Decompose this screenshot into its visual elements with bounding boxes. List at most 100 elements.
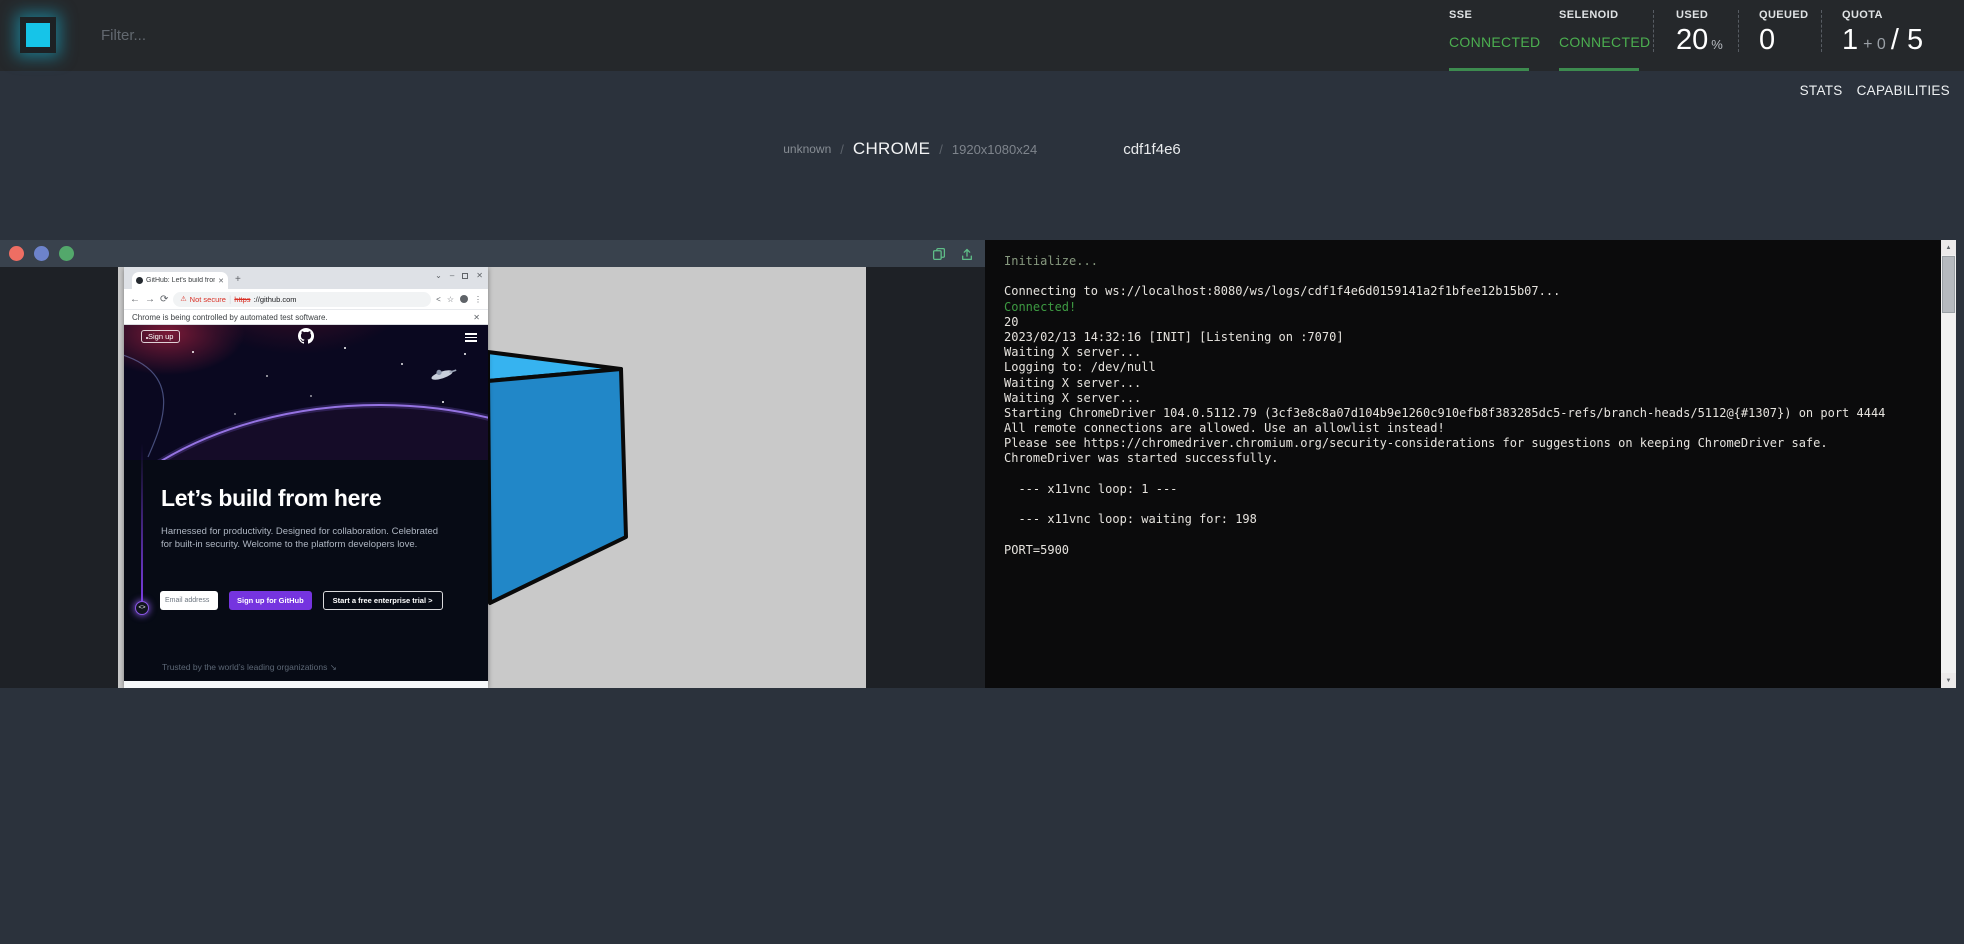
- stat-sse-label: SSE: [1449, 9, 1559, 21]
- address-bar[interactable]: ⚠ Not secure | https ://github.com: [173, 292, 431, 307]
- avatar[interactable]: [460, 295, 468, 303]
- remote-browser-tab[interactable]: GitHub: Let's build from he ✕: [132, 272, 228, 289]
- github-hero-art: [124, 325, 488, 460]
- github-logo-icon[interactable]: [298, 328, 314, 344]
- url-scheme: https: [234, 295, 250, 304]
- remote-tabstrip: GitHub: Let's build from he ✕ + ⌄ – ✕: [124, 267, 488, 289]
- session-separator: /: [939, 142, 943, 157]
- infobar-close-icon[interactable]: ✕: [473, 313, 480, 322]
- log-line: [1004, 269, 1934, 284]
- stat-queued-value: 0: [1759, 24, 1775, 57]
- vnc-viewport: GitHub: Let's build from he ✕ + ⌄ – ✕ ← …: [0, 267, 985, 688]
- minimize-icon[interactable]: –: [450, 271, 454, 280]
- top-header: SSE CONNECTED SELENOID CONNECTED USED 20…: [0, 0, 1964, 71]
- github-favicon: [136, 277, 143, 284]
- log-scrollbar[interactable]: ▲ ▼: [1941, 240, 1956, 688]
- sse-connected-underline: [1449, 68, 1529, 71]
- scroll-up-icon[interactable]: ▲: [1941, 240, 1956, 255]
- signup-for-github-button[interactable]: Sign up for GitHub: [229, 591, 312, 610]
- stat-used-value: 20: [1676, 24, 1708, 57]
- github-page: Sign up <> Let’s build from here Harness…: [124, 325, 488, 688]
- stat-sse: SSE CONNECTED: [1449, 0, 1559, 71]
- log-line: [1004, 497, 1934, 512]
- log-line: Connecting to ws://localhost:8080/ws/log…: [1004, 284, 1934, 299]
- close-session-button[interactable]: [9, 246, 24, 261]
- log-line: Initialize...: [1004, 254, 1934, 269]
- session-screen-resolution: 1920x1080x24: [952, 142, 1037, 157]
- stat-used-unit: %: [1711, 37, 1723, 52]
- log-line: 20: [1004, 315, 1934, 330]
- scroll-down-icon[interactable]: ▼: [1941, 673, 1956, 688]
- trusted-by-text: Trusted by the world’s leading organizat…: [162, 662, 337, 673]
- automation-infobar: Chrome is being controlled by automated …: [124, 310, 488, 325]
- new-tab-icon[interactable]: +: [235, 270, 241, 289]
- menu-dots-icon[interactable]: ⋮: [474, 295, 482, 304]
- remote-tab-title: GitHub: Let's build from he: [146, 277, 215, 284]
- remote-email-input[interactable]: Email address: [160, 591, 218, 610]
- github-heading: Let’s build from here: [161, 485, 381, 512]
- log-line: --- x11vnc loop: waiting for: 198: [1004, 512, 1934, 527]
- log-line: Waiting X server...: [1004, 391, 1934, 406]
- stat-selenoid: SELENOID CONNECTED: [1559, 0, 1653, 71]
- not-secure-label: Not secure: [190, 295, 226, 304]
- log-line: Please see https://chromedriver.chromium…: [1004, 436, 1934, 451]
- stat-quota-current: 1: [1842, 24, 1858, 57]
- stat-selenoid-value: CONNECTED: [1559, 34, 1653, 50]
- session-browser-name: CHROME: [853, 139, 930, 159]
- log-line: Waiting X server...: [1004, 376, 1934, 391]
- log-line: Waiting X server...: [1004, 345, 1934, 360]
- stat-quota-max: / 5: [1891, 24, 1923, 57]
- back-icon[interactable]: ←: [130, 294, 140, 305]
- stat-queued-label: QUEUED: [1759, 9, 1821, 21]
- view-tabs: STATS CAPABILITIES: [1800, 83, 1950, 98]
- log-line: [1004, 467, 1934, 482]
- star-icon[interactable]: ☆: [447, 295, 454, 304]
- vnc-remote-screen[interactable]: GitHub: Let's build from he ✕ + ⌄ – ✕ ← …: [118, 267, 866, 688]
- session-separator: /: [840, 142, 844, 157]
- url-host: ://github.com: [254, 295, 297, 304]
- scrollbar-thumb[interactable]: [1942, 256, 1955, 313]
- maximize-icon[interactable]: [462, 273, 468, 279]
- stat-quota-label: QUOTA: [1842, 9, 1944, 21]
- window-close-icon[interactable]: ✕: [476, 271, 483, 280]
- chevron-down-icon[interactable]: ⌄: [435, 271, 442, 280]
- upload-icon[interactable]: [960, 247, 974, 261]
- stat-selenoid-label: SELENOID: [1559, 9, 1653, 21]
- remote-browser-window: GitHub: Let's build from he ✕ + ⌄ – ✕ ← …: [124, 267, 488, 688]
- github-signup-button[interactable]: Sign up: [141, 330, 180, 343]
- copy-icon[interactable]: [932, 247, 946, 261]
- vnc-titlebar: [0, 240, 985, 267]
- fullscreen-button[interactable]: [34, 246, 49, 261]
- timeline-glow-line: [141, 443, 143, 601]
- resize-button[interactable]: [59, 246, 74, 261]
- window-buttons: [0, 246, 74, 261]
- infobar-text: Chrome is being controlled by automated …: [132, 313, 328, 322]
- log-line: 2023/02/13 14:32:16 [INIT] [Listening on…: [1004, 330, 1934, 345]
- hamburger-menu-icon[interactable]: [465, 333, 477, 344]
- code-icon: <>: [135, 601, 149, 615]
- share-icon[interactable]: <: [436, 295, 441, 304]
- session-descriptor: unknown / CHROME / 1920x1080x24: [783, 139, 1037, 159]
- tab-close-icon[interactable]: ✕: [218, 277, 224, 285]
- forward-icon[interactable]: →: [145, 294, 155, 305]
- stat-sse-value: CONNECTED: [1449, 34, 1559, 50]
- selenoid-connected-underline: [1559, 68, 1639, 71]
- tab-stats[interactable]: STATS: [1800, 83, 1843, 98]
- remote-toolbar: ← → ⟳ ⚠ Not secure | https ://github.com…: [124, 289, 488, 310]
- log-line: Connected!: [1004, 300, 1934, 315]
- stat-quota-pending: + 0: [1863, 36, 1886, 54]
- tab-capabilities[interactable]: CAPABILITIES: [1857, 83, 1950, 98]
- reload-icon[interactable]: ⟳: [160, 294, 168, 305]
- vnc-session-card: GitHub: Let's build from he ✕ + ⌄ – ✕ ← …: [0, 240, 985, 688]
- enterprise-trial-button[interactable]: Start a free enterprise trial >: [323, 591, 443, 610]
- status-bar: SSE CONNECTED SELENOID CONNECTED USED 20…: [1449, 0, 1944, 71]
- log-line: [1004, 527, 1934, 542]
- session-row[interactable]: unknown / CHROME / 1920x1080x24 cdf1f4e6: [0, 139, 1964, 159]
- github-cta-row: Email address Sign up for GitHub Start a…: [160, 591, 443, 610]
- filter-input[interactable]: [99, 18, 419, 52]
- stat-queued: QUEUED 0: [1739, 0, 1821, 71]
- log-line: Starting ChromeDriver 104.0.5112.79 (3cf…: [1004, 406, 1934, 421]
- app-logo[interactable]: [20, 17, 56, 53]
- log-line: PORT=5900: [1004, 543, 1934, 558]
- session-id[interactable]: cdf1f4e6: [1123, 141, 1181, 158]
